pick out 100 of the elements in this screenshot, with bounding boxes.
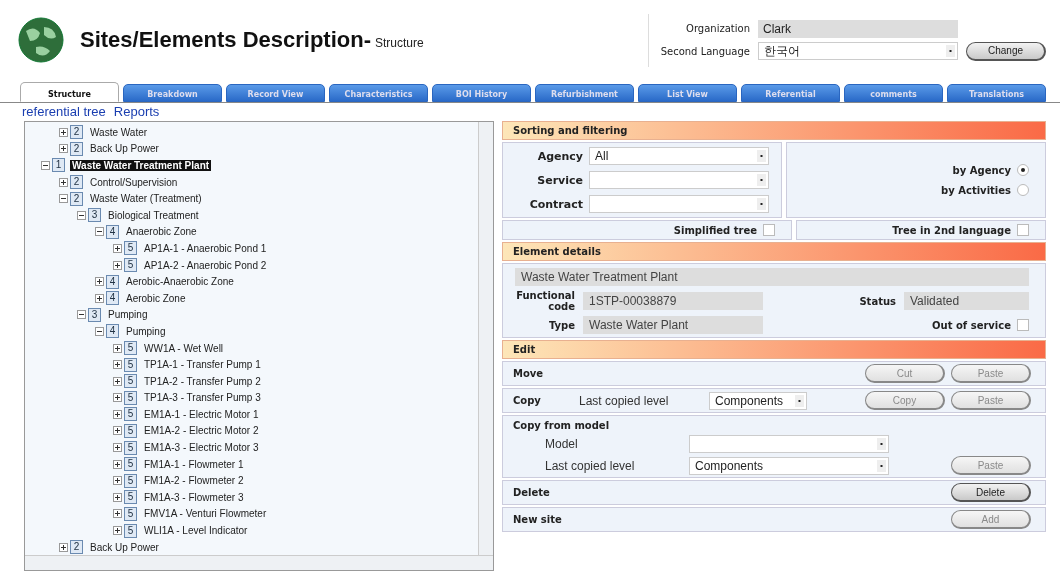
tree-item[interactable]: Aerobic-Anaerobic Zone [124, 276, 236, 288]
tree-item[interactable]: EM1A-2 - Electric Motor 2 [142, 425, 261, 437]
expand-icon[interactable] [59, 127, 68, 137]
language-dropdown[interactable]: 한국어 [758, 42, 958, 60]
expand-icon[interactable] [113, 492, 122, 502]
section-header: Sorting and filtering [502, 121, 1046, 140]
expand-icon[interactable] [113, 393, 122, 403]
tree-item[interactable]: FM1A-1 - Flowmeter 1 [142, 458, 246, 470]
tree-item[interactable]: Control/Supervision [88, 176, 180, 188]
row-label: Copy from model [513, 420, 610, 431]
dropdown[interactable]: Components [689, 456, 889, 475]
field-label: Status [858, 295, 896, 307]
expand-icon[interactable] [113, 260, 122, 270]
collapse-icon[interactable] [95, 227, 104, 237]
page-title: Sites/Elements Description- [80, 27, 371, 53]
collapse-icon[interactable] [95, 326, 104, 336]
level-badge: 5 [124, 357, 137, 372]
level-badge: 3 [88, 307, 101, 322]
radio-button[interactable] [1017, 164, 1029, 176]
tree-item[interactable]: Back Up Power [88, 541, 161, 553]
expand-icon[interactable] [113, 243, 122, 253]
element-name-field: Waste Water Treatment Plant [515, 268, 1029, 286]
page-subtitle: Structure [375, 36, 424, 50]
expand-icon[interactable] [113, 343, 122, 353]
dropdown[interactable]: All [589, 147, 769, 165]
tree-item[interactable]: AP1A-1 - Anaerobic Pond 1 [142, 242, 269, 254]
row-label: Move [513, 368, 544, 379]
tree-item[interactable]: Waste Water Treatment Plant [70, 160, 212, 171]
tree-item[interactable]: Biological Treatment [106, 209, 201, 221]
expand-icon[interactable] [95, 277, 104, 287]
tree-item[interactable]: Anaerobic Zone [124, 226, 199, 238]
dropdown[interactable]: Components [709, 391, 807, 410]
field-label: Last copied level [545, 458, 636, 473]
expand-icon[interactable] [113, 476, 122, 486]
field-label: Service [536, 173, 583, 187]
field-label: Agency [536, 149, 583, 163]
expand-icon[interactable] [113, 509, 122, 519]
type-field: Waste Water Plant [583, 316, 763, 334]
organization-field: Clark [758, 19, 958, 38]
globe-icon [18, 17, 64, 63]
level-badge: 4 [106, 324, 119, 339]
tree-item[interactable]: EM1A-3 - Electric Motor 3 [142, 442, 261, 454]
field-label: Type [547, 319, 575, 331]
radio-label: by Agency [952, 164, 1011, 176]
expand-icon[interactable] [113, 526, 122, 536]
expand-icon[interactable] [59, 144, 68, 154]
tree-item[interactable]: WW1A - Wet Well [142, 342, 226, 354]
tree-item[interactable]: TP1A-3 - Transfer Pump 3 [142, 392, 263, 404]
level-badge: 2 [70, 191, 83, 206]
expand-icon[interactable] [95, 293, 104, 303]
level-badge: 5 [124, 390, 137, 405]
tree-item[interactable]: AP1A-2 - Anaerobic Pond 2 [142, 259, 269, 271]
expand-icon[interactable] [113, 376, 122, 386]
change-button[interactable]: Change [966, 41, 1046, 61]
tree-item[interactable]: FMV1A - Venturi Flowmeter [142, 508, 269, 520]
expand-icon[interactable] [59, 177, 68, 187]
expand-icon[interactable] [113, 459, 122, 469]
tree-item[interactable]: Waste Water (Treatment) [88, 193, 204, 205]
level-badge: 5 [124, 374, 137, 389]
level-badge: 4 [106, 274, 119, 289]
radio-button[interactable] [1017, 184, 1029, 196]
tree-item[interactable]: FM1A-3 - Flowmeter 3 [142, 491, 246, 503]
checkbox[interactable] [1017, 224, 1029, 236]
tree-item[interactable]: EM1A-1 - Electric Motor 1 [142, 408, 261, 420]
nav-link[interactable]: referential tree [22, 104, 106, 119]
level-badge: 5 [124, 407, 137, 422]
expand-icon[interactable] [113, 443, 122, 453]
level-badge: 5 [124, 523, 137, 538]
section-header: Edit [502, 340, 1046, 359]
expand-icon[interactable] [113, 360, 122, 370]
field-label: Organization [685, 23, 750, 34]
action-button[interactable]: Delete [951, 483, 1031, 502]
level-badge: 5 [124, 241, 137, 256]
tree-item[interactable]: TP1A-1 - Transfer Pump 1 [142, 359, 263, 371]
collapse-icon[interactable] [59, 194, 68, 204]
tab[interactable]: Structure [20, 82, 119, 102]
row-label: Copy [513, 395, 542, 406]
tree-item[interactable]: TP1A-2 - Transfer Pump 2 [142, 375, 263, 387]
section-header: Element details [502, 242, 1046, 261]
expand-icon[interactable] [113, 409, 122, 419]
level-badge: 2 [70, 125, 83, 140]
tree-item[interactable]: WLI1A - Level Indicator [142, 525, 250, 537]
nav-link[interactable]: Reports [113, 104, 160, 119]
collapse-icon[interactable] [41, 161, 50, 170]
checkbox[interactable] [1017, 319, 1029, 331]
checkbox-label: Simplified tree [673, 224, 757, 236]
functional-code-field: 1STP-00038879 [583, 292, 763, 310]
checkbox[interactable] [763, 224, 775, 236]
row-label: Delete [513, 487, 550, 498]
collapse-icon[interactable] [77, 310, 86, 320]
expand-icon[interactable] [113, 426, 122, 436]
collapse-icon[interactable] [77, 210, 86, 220]
tree-item[interactable]: Back Up Power [88, 143, 161, 155]
tree-item[interactable]: Aerobic Zone [124, 292, 188, 304]
tree-item[interactable]: Pumping [106, 309, 150, 321]
tree-item[interactable]: Pumping [124, 325, 168, 337]
tree-item[interactable]: Waste Water [88, 126, 150, 138]
level-badge: 5 [124, 473, 137, 488]
expand-icon[interactable] [59, 542, 68, 552]
tree-item[interactable]: FM1A-2 - Flowmeter 2 [142, 475, 246, 487]
